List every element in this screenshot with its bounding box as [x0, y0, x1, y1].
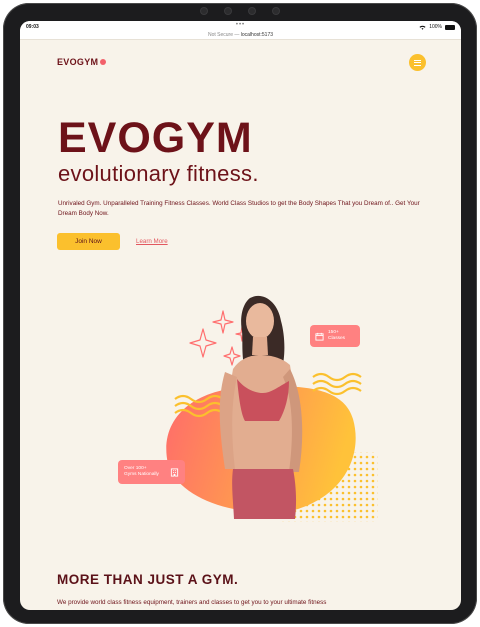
section-description: We provide world class fitness equipment…	[57, 599, 327, 606]
learn-more-link[interactable]: Learn More	[136, 238, 168, 245]
logo-dot-icon	[100, 59, 107, 65]
wifi-icon	[419, 25, 426, 30]
tablet-frame: 09:03 ••• 100% Not Secure — localhost:51…	[3, 3, 477, 624]
menu-button[interactable]	[409, 54, 426, 71]
battery-icon	[445, 24, 455, 30]
more-dots-icon[interactable]: •••	[236, 22, 245, 28]
logo[interactable]: EVOGYM	[57, 57, 107, 67]
section-title: MORE THAN JUST A GYM.	[57, 572, 239, 587]
calendar-icon	[315, 332, 324, 341]
sparkle-icons	[189, 310, 249, 366]
hero-description: Unrivaled Gym. Unparalleled Training Fit…	[58, 200, 420, 217]
classes-badge-text: 150+ Classes	[328, 329, 346, 341]
url-host: localhost:5173	[240, 32, 274, 38]
gyms-badge-text: Over 100+ Gyms Nationally	[124, 465, 159, 477]
hero-subtitle: evolutionary fitness.	[58, 161, 259, 186]
security-label: Not Secure —	[207, 32, 240, 38]
hamburger-icon	[414, 59, 421, 61]
gyms-badge: Over 100+ Gyms Nationally	[118, 460, 185, 484]
screen: 09:03 ••• 100% Not Secure — localhost:51…	[20, 21, 461, 610]
camera-icon	[249, 8, 255, 14]
logo-text: EVOGYM	[57, 57, 99, 67]
sensor-icon	[273, 8, 279, 14]
sensor-icon	[225, 8, 231, 14]
hero-title: EVOGYM	[58, 114, 253, 162]
building-icon	[170, 467, 179, 477]
hero-illustration	[166, 295, 378, 522]
join-now-button[interactable]: Join Now	[57, 233, 120, 250]
camera-bar	[201, 8, 279, 14]
sensor-icon	[201, 8, 207, 14]
navbar: EVOGYM	[20, 51, 461, 75]
classes-badge: 150+ Classes	[310, 325, 360, 347]
address-bar[interactable]: Not Secure — localhost:5173	[20, 30, 461, 40]
